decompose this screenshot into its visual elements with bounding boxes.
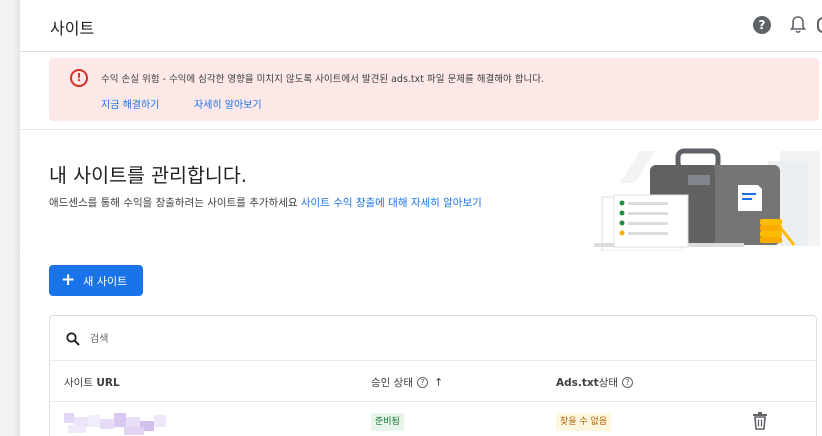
ads-txt-alert: ! 수익 손실 위험 - 수익에 심각한 영향을 미치지 않도록 사이트에서 발… [49,58,819,121]
alert-message: 수익 손실 위험 - 수익에 심각한 영향을 미치지 않도록 사이트에서 발견된… [101,74,544,85]
table-search-bar [50,316,816,361]
bell-icon[interactable] [789,15,807,35]
blurred-site-url[interactable] [64,411,166,435]
column-url-prefix: 사이트 [64,377,93,389]
manage-sites-headline: 내 사이트를 관리합니다. [49,164,247,187]
top-bar: 사이트 ? [20,0,822,52]
info-icon[interactable]: ? [416,377,428,388]
header-row-divider [50,401,816,402]
column-adstxt-suffix: 상태 [598,377,619,389]
section-divider [20,129,822,130]
learn-more-link[interactable]: 자세히 알아보기 [194,96,262,111]
adstxt-status-badge: 찾을 수 없음 [556,413,612,431]
column-approval-label: 승인 상태 [371,377,413,389]
column-header-adstxt-status[interactable]: Ads.txt 상태 ? [556,375,634,390]
trash-icon[interactable] [752,412,768,430]
approval-status-badge: 준비됨 [371,413,404,431]
plus-icon: + [61,270,76,290]
search-icon [66,332,80,346]
help-icon[interactable]: ? [753,16,771,34]
briefcase-illustration [594,148,820,251]
error-icon: ! [70,69,88,87]
new-site-button[interactable]: + 새 사이트 [49,265,143,296]
sort-arrow-up-icon[interactable]: ↑ [434,376,443,389]
column-header-approval-status[interactable]: 승인 상태 ? ↑ [371,375,443,390]
monetize-learn-more-link[interactable]: 사이트 수익 창출에 대해 자세히 알아보기 [301,197,482,209]
fix-now-link[interactable]: 지금 해결하기 [101,96,159,111]
column-adstxt-bold: Ads.txt [556,376,599,389]
search-input[interactable] [90,329,390,349]
column-header-site-url[interactable]: 사이트 URL [64,375,120,390]
more-vert-icon[interactable] [817,17,822,33]
new-site-label: 새 사이트 [83,274,128,288]
intro-subtext-text: 애드센스를 통해 수익을 창출하려는 사이트를 추가하세요 [49,197,301,209]
sites-table: 사이트 URL 승인 상태 ? ↑ Ads.txt 상태 ? 준비됨 찾을 수 … [49,315,817,436]
info-icon[interactable]: ? [622,377,634,388]
sites-page: 사이트 ? ! 수익 손실 위험 - 수익에 심각한 영향을 미치지 않도록 사… [20,0,822,436]
column-url-bold: URL [96,376,120,389]
panel-edge-shadow [12,0,20,436]
page-title: 사이트 [50,19,95,38]
intro-subtext: 애드센스를 통해 수익을 창출하려는 사이트를 추가하세요 사이트 수익 창출에… [49,195,482,210]
